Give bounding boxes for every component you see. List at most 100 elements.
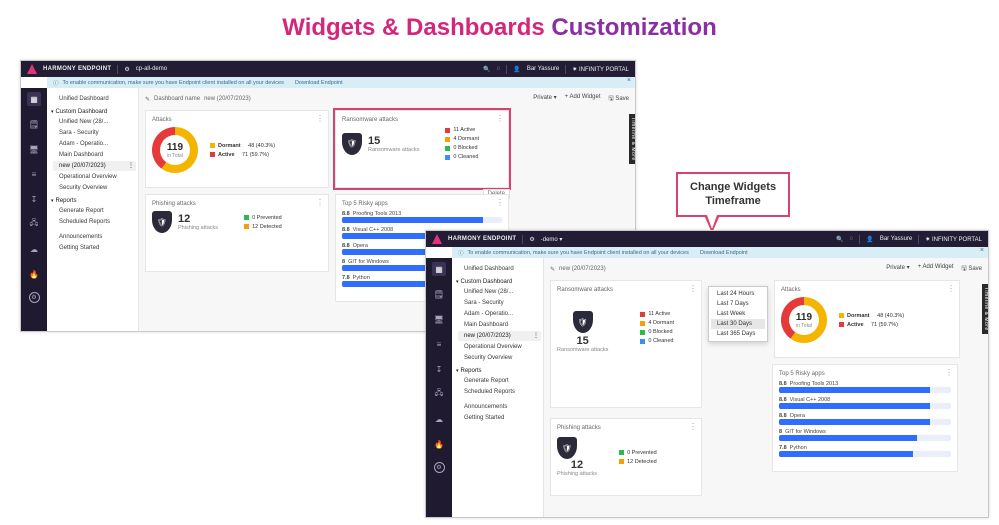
sidebar-item-generate[interactable]: Generate Report [458, 376, 541, 386]
kebab-icon[interactable]: ⋮ [316, 198, 324, 207]
rail-asset-icon[interactable]: 🖥 [27, 142, 41, 156]
widget-phishing[interactable]: ⋮ Phishing attacks 🛡 12 Phishing attacks… [145, 194, 329, 272]
sidebar-item-new-dash[interactable]: new (20/07/2023)⋮ [53, 161, 136, 171]
close-icon[interactable]: × [980, 247, 984, 254]
help-icon[interactable]: ◌ [850, 236, 854, 242]
timeframe-option[interactable]: Last Week [711, 309, 765, 319]
sidebar-item-getting[interactable]: Getting Started [53, 243, 136, 253]
sidebar-item-adam[interactable]: Adam - Operatio... [53, 139, 136, 149]
help-icon[interactable]: ◌ [497, 66, 501, 72]
user-name[interactable]: Bar Yassure [880, 236, 912, 242]
rail-asset-icon[interactable]: 🖥 [432, 312, 446, 326]
sidebar-item-main-dash[interactable]: Main Dashboard [458, 320, 541, 330]
gear-icon[interactable]: ⚙ [124, 66, 129, 73]
sidebar-item-sara[interactable]: Sara - Security [53, 128, 136, 138]
side-tab[interactable]: Timeline & More [982, 284, 988, 334]
timeframe-option[interactable]: Last 24 Hours [711, 289, 765, 299]
portal-switch[interactable]: ✷ INFINITY PORTAL [572, 66, 629, 73]
user-icon[interactable]: 👤 [513, 66, 520, 73]
kebab-icon[interactable]: ⋮ [316, 114, 324, 123]
user-icon[interactable]: 👤 [866, 236, 873, 243]
sidebar-item-operational[interactable]: Operational Overview [458, 342, 541, 352]
close-icon[interactable]: × [627, 77, 631, 84]
sidebar-item-main-dash[interactable]: Main Dashboard [53, 150, 136, 160]
kebab-icon[interactable]: ⋮ [128, 162, 134, 169]
rail-service-icon[interactable]: ☁ [27, 242, 41, 256]
sidebar-item-unified-new[interactable]: Unified New (28/... [458, 287, 541, 297]
download-link[interactable]: Download Endpoint [700, 250, 748, 256]
sidebar-item-announce[interactable]: Announcements [458, 402, 541, 412]
kebab-icon[interactable]: ⋮ [496, 198, 504, 207]
sidebar-item-security-ov[interactable]: Security Overview [458, 353, 541, 363]
sidebar-item-getting[interactable]: Getting Started [458, 413, 541, 423]
info-banner: ⓘ To enable communication, make sure you… [452, 247, 988, 258]
rail-overview-icon[interactable]: ▦ [432, 262, 446, 276]
sidebar-group-custom[interactable]: Custom Dashboard [461, 279, 513, 285]
sidebar-item-generate[interactable]: Generate Report [53, 206, 136, 216]
rail-overview-icon[interactable]: ▦ [27, 92, 41, 106]
rail-policy-icon[interactable]: 🗒 [27, 117, 41, 131]
kebab-icon[interactable]: ⋮ [945, 368, 953, 377]
sidebar-item-unified-new[interactable]: Unified New (28/... [53, 117, 136, 127]
timeframe-option[interactable]: Last 365 Days [711, 329, 765, 339]
rail-logs-icon[interactable]: ≡ [432, 337, 446, 351]
gear-icon[interactable]: ⚙ [529, 236, 534, 243]
sidebar-group-custom[interactable]: Custom Dashboard [56, 109, 108, 115]
sidebar-item-unified[interactable]: Unified Dashboard [53, 94, 136, 104]
sidebar-item-operational[interactable]: Operational Overview [53, 172, 136, 182]
download-link[interactable]: Download Endpoint [295, 80, 343, 86]
rail-logs-icon[interactable]: ≡ [27, 167, 41, 181]
sidebar-item-scheduled[interactable]: Scheduled Reports [458, 387, 541, 397]
sidebar-item-announce[interactable]: Announcements [53, 232, 136, 242]
privacy-toggle[interactable]: Private ▾ [533, 94, 556, 104]
widget-ransomware[interactable]: ⋮ Ransomware attacks 🛡 15 Ransomware att… [335, 110, 509, 188]
save-button[interactable]: 🖫 Save [609, 94, 629, 104]
attacks-donut-chart: 119in Total [781, 297, 827, 343]
rail-push-icon[interactable]: ↧ [432, 362, 446, 376]
timeframe-option[interactable]: Last 30 Days [711, 319, 765, 329]
rail-service-icon[interactable]: ☁ [432, 412, 446, 426]
rail-push-icon[interactable]: ↧ [27, 192, 41, 206]
sidebar-item-unified[interactable]: Unified Dashboard [458, 264, 541, 274]
rail-policy-icon[interactable]: 🗒 [432, 287, 446, 301]
side-tab[interactable]: Timeline & More [629, 114, 635, 164]
timeframe-option[interactable]: Last 7 Days [711, 299, 765, 309]
user-name[interactable]: Bar Yassure [527, 66, 559, 72]
sidebar-group-reports[interactable]: Reports [461, 368, 482, 374]
rail-endpoint-icon[interactable]: 🖧 [432, 387, 446, 401]
shield-icon: 🛡 [573, 311, 593, 333]
widget-attacks[interactable]: ⋮ Attacks 119in Total Dormant 48 (40.3%)… [145, 110, 329, 188]
rail-global-icon[interactable]: ⚙ [29, 292, 40, 303]
sidebar-item-security-ov[interactable]: Security Overview [53, 183, 136, 193]
rail-threat-icon[interactable]: 🔥 [27, 267, 41, 281]
rail-global-icon[interactable]: ⚙ [434, 462, 445, 473]
phishing-count: 12 [178, 213, 218, 225]
kebab-icon[interactable]: ⋮ [689, 284, 697, 293]
privacy-toggle[interactable]: Private ▾ [886, 264, 909, 274]
save-button[interactable]: 🖫 Save [962, 264, 982, 274]
portal-switch[interactable]: ✷ INFINITY PORTAL [925, 236, 982, 243]
breadcrumb[interactable]: cp-all-demo [136, 66, 167, 72]
kebab-icon[interactable]: ⋮ [947, 284, 955, 293]
sidebar-item-adam[interactable]: Adam - Operatio... [458, 309, 541, 319]
sidebar-item-sara[interactable]: Sara - Security [458, 298, 541, 308]
search-icon[interactable]: 🔍 [836, 236, 843, 243]
kebab-icon[interactable]: ⋮ [533, 332, 539, 339]
widget-ransomware[interactable]: ⋮ Ransomware attacks 🛡 15 Ransomware att… [550, 280, 702, 408]
rail-endpoint-icon[interactable]: 🖧 [27, 217, 41, 231]
add-widget-button[interactable]: + Add Widget [918, 264, 954, 274]
rail-threat-icon[interactable]: 🔥 [432, 437, 446, 451]
edit-icon[interactable]: ✎ [145, 96, 150, 103]
widget-phishing[interactable]: ⋮ Phishing attacks 🛡 12 Phishing attacks… [550, 418, 702, 496]
sidebar-item-scheduled[interactable]: Scheduled Reports [53, 217, 136, 227]
add-widget-button[interactable]: + Add Widget [565, 94, 601, 104]
sidebar-item-new-dash[interactable]: new (20/07/2023)⋮ [458, 331, 541, 341]
kebab-icon[interactable]: ⋮ [689, 422, 697, 431]
kebab-icon[interactable]: ⋮ [496, 114, 504, 123]
timeframe-menu[interactable]: Last 24 Hours Last 7 Days Last Week Last… [708, 286, 768, 342]
widget-attacks[interactable]: ⋮ Attacks 119in Total Dormant 48 (40.3%)… [774, 280, 960, 358]
widget-risky-apps[interactable]: ⋮ Top 5 Risky apps 8.8Proofing Tools 201… [772, 364, 958, 472]
edit-icon[interactable]: ✎ [550, 266, 555, 273]
sidebar-group-reports[interactable]: Reports [56, 198, 77, 204]
search-icon[interactable]: 🔍 [483, 66, 490, 73]
